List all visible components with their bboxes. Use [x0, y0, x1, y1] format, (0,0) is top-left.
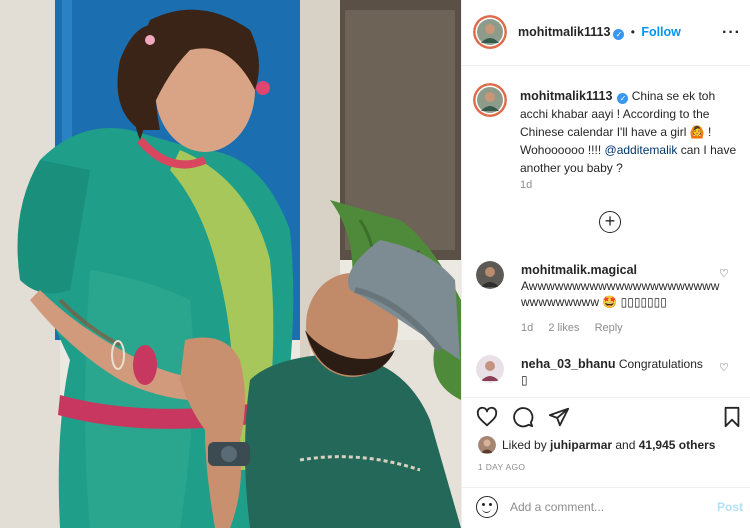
comment-likes[interactable]: 2 likes: [548, 322, 579, 334]
emoji-icon[interactable]: [476, 496, 498, 518]
verified-badge-icon: ✓: [613, 29, 625, 40]
liked-by-mid: and: [612, 438, 639, 452]
liked-by-prefix: Liked by: [502, 438, 551, 452]
comment-body: Congratulations: [618, 357, 703, 371]
caption-username[interactable]: mohitmalik1113: [520, 89, 612, 103]
mention-link[interactable]: @additemalik: [605, 143, 678, 157]
comment-meta: 1d 2 likes Reply: [521, 322, 635, 334]
header-username[interactable]: mohitmalik1113: [518, 25, 610, 39]
caption-emoji: 🙆: [689, 125, 705, 139]
avatar[interactable]: [476, 355, 504, 383]
comment-reply-button[interactable]: Reply: [595, 322, 623, 334]
liked-by-user[interactable]: juhiparmar: [550, 438, 612, 452]
instagram-post: mohitmalik1113 ✓ • Follow ··· mohitmalik…: [0, 0, 750, 528]
share-icon[interactable]: [548, 406, 570, 428]
avatar-image: [473, 15, 507, 49]
avatar-image: [473, 83, 507, 117]
avatar[interactable]: [473, 83, 507, 117]
avatar[interactable]: [476, 261, 504, 289]
comment-text: neha_03_bhanu Congratulations ▯: [521, 356, 721, 388]
comment-missing-glyphs: ▯▯▯▯▯▯▯: [620, 295, 667, 309]
add-comment-bar: Post: [462, 487, 750, 528]
avatar-image: [476, 261, 504, 289]
bookmark-icon[interactable]: [722, 406, 742, 428]
follow-button[interactable]: Follow: [641, 25, 681, 39]
post-header: mohitmalik1113 ✓ • Follow ···: [462, 0, 750, 66]
caption-text: mohitmalik1113 ✓ China se ek toh acchi kh…: [520, 87, 742, 177]
avatar-image: [476, 355, 504, 383]
comment-missing-glyphs: ▯: [521, 373, 528, 387]
couple-photo-illustration: [0, 0, 461, 528]
verified-badge-icon: ✓: [617, 93, 629, 104]
post-side-panel: mohitmalik1113 ✓ • Follow ··· mohitmalik…: [461, 0, 750, 528]
separator-dot: •: [630, 25, 635, 39]
more-options-icon[interactable]: ···: [722, 24, 741, 42]
add-comment-input[interactable]: [510, 496, 700, 518]
post-photo[interactable]: [0, 0, 461, 528]
avatar[interactable]: [473, 15, 507, 49]
comment-like-heart-icon[interactable]: ♡: [719, 267, 729, 280]
comment-like-heart-icon[interactable]: ♡: [719, 361, 729, 374]
comment-icon[interactable]: [512, 406, 534, 428]
comments-section[interactable]: mohitmalik1113 ✓ China se ek toh acchi kh…: [462, 67, 750, 397]
liked-by-count[interactable]: 41,945 others: [639, 438, 716, 452]
comment-emoji: 🤩: [602, 295, 618, 309]
avatar-image: [478, 436, 496, 454]
load-more-comments-icon[interactable]: +: [599, 211, 621, 233]
comment-time[interactable]: 1d: [521, 322, 533, 334]
liked-by-line: Liked by juhiparmar and 41,945 others: [478, 436, 715, 454]
comment-username[interactable]: mohitmalik.magical: [521, 263, 637, 277]
post-actions: Liked by juhiparmar and 41,945 others 1 …: [462, 397, 750, 487]
heart-icon[interactable]: [476, 406, 498, 428]
comment-username[interactable]: neha_03_bhanu: [521, 357, 615, 371]
post-button[interactable]: Post: [717, 500, 743, 514]
comment-text: mohitmalik.magical Awwwwwwwwwwwwwwwwwwww…: [521, 262, 721, 310]
header-row: mohitmalik1113 ✓ • Follow: [518, 25, 681, 40]
post-timestamp[interactable]: 1 DAY AGO: [478, 462, 525, 472]
caption-time[interactable]: 1d: [520, 179, 532, 191]
avatar[interactable]: [478, 436, 496, 454]
